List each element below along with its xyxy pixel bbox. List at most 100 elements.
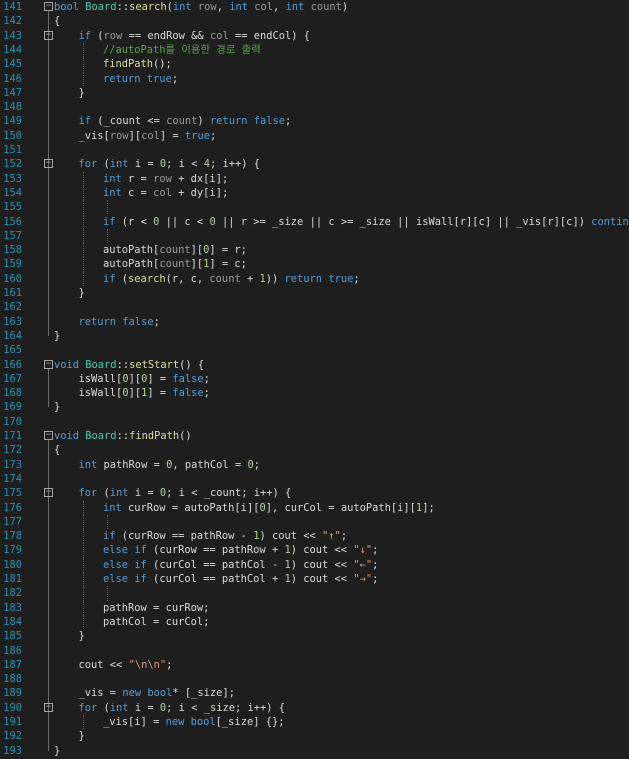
code-token: ] = [140,716,166,728]
code-token: ][ [128,387,142,400]
code-line[interactable]: 155 [0,200,629,214]
code-line[interactable]: 162 [0,300,629,314]
code-token: curCol [159,573,197,585]
code-line[interactable]: 166 − void Board::setStart() { [0,358,629,372]
code-line[interactable]: 143 − if (row == endRow && col == endCol) … [0,29,629,43]
code-token: _count [103,115,142,128]
code-line[interactable]: 161} [0,286,629,300]
code-line[interactable]: 185} [0,629,629,643]
code-line[interactable]: 181 else if (curCol == pathCol + 1) cout … [0,572,629,587]
code-line[interactable]: 142 { [0,14,629,28]
code-line[interactable]: 189 _vis = new bool* [_size]; [0,686,629,700]
code-token: ] = [209,244,235,257]
code-token: endCol [253,29,292,42]
code-line[interactable]: 187 cout << "\n\n"; [0,658,629,672]
code-editor[interactable]: 141− bool Board::search(int row, int col,… [0,0,629,759]
fold-collapse-icon[interactable]: − [44,431,53,440]
fold-collapse-icon[interactable]: − [44,2,53,11]
line-number: 165 [3,344,22,357]
code-line[interactable]: 159 autoPath[count][1] = c; [0,257,629,272]
code-line[interactable]: 149 if (_count <= count) return false; [0,114,629,128]
code-token: () { [179,358,205,371]
code-line[interactable]: 184 pathCol = curCol; [0,614,629,630]
line-number: 152 [3,158,22,171]
code-line[interactable]: 170 [0,415,629,429]
code-line[interactable]: 188 [0,672,629,686]
code-token: ; [203,372,210,385]
code-text: { [54,14,60,28]
code-line[interactable]: 164} [0,329,629,343]
code-line[interactable]: 141 − bool Board::search(int row, int col,… [0,0,629,14]
line-number: 167 [3,372,22,385]
code-line[interactable]: 175 − for (int i = 0; i < _count; i++) { [0,486,629,500]
code-line[interactable]: 163 return false; [0,315,629,329]
code-line[interactable]: 157 [0,229,629,243]
fold-collapse-icon[interactable]: − [44,159,53,169]
code-line[interactable]: 156 if (r < 0 || c < 0 || r >= _size || c… [0,214,629,229]
code-line[interactable]: 180 else if (curCol == pathCol - 1) cout … [0,557,629,572]
indent-guide [82,42,84,58]
code-line[interactable]: 158 autoPath[count][0] = r; [0,243,629,258]
indent-guide [82,185,84,201]
code-line[interactable]: 173 int pathRow = 0, pathCol = 0; [0,458,629,472]
code-line[interactable]: 176 int curRow = autoPath[i][0], curCol =… [0,500,629,515]
code-line[interactable]: 168 isWall[0][1] = false; [0,386,629,400]
code-line[interactable]: 193} [0,744,629,758]
code-line[interactable]: 165 [0,343,629,357]
code-line[interactable]: 144 //autoPath를 이용한 경로 출력 [0,42,629,58]
code-line[interactable]: 154 int c = col + dy[i]; [0,185,629,201]
code-line[interactable]: 152 − for (int i = 0; i < 4; i++) { [0,157,629,171]
indent-guide [82,228,84,244]
code-text: findPath(); [103,57,172,71]
line-number: 182 [3,587,22,600]
code-line[interactable]: 192} [0,729,629,743]
indent-guide [82,200,84,215]
code-token: false [122,315,154,328]
code-token: ; [166,658,173,671]
code-line[interactable]: 172 { [0,443,629,457]
code-text: if (r < 0 || c < 0 || r >= _size || c >=… [103,215,629,229]
code-token: || [303,215,329,228]
code-token: "↓" [353,544,373,557]
code-token: << [328,544,354,557]
code-token: ; [372,544,379,557]
code-line[interactable]: 183 pathRow = curRow; [0,600,629,615]
code-line[interactable]: 145 findPath(); [0,57,629,72]
code-token: return [78,315,123,328]
line-number: 164 [3,329,22,342]
code-line[interactable]: 148 [0,100,629,114]
code-line[interactable]: 169} [0,400,629,414]
code-token: pathRow [103,458,148,471]
code-line[interactable]: 147} [0,86,629,100]
line-number: 159 [3,258,22,271]
code-line[interactable]: 186 [0,644,629,658]
code-line[interactable]: 177 [0,515,629,529]
fold-collapse-icon[interactable]: − [44,359,53,369]
code-line[interactable]: 150 _vis[row][col] = true; [0,129,629,143]
code-token: curRow [128,530,166,543]
code-line[interactable]: 151 [0,143,629,157]
code-line[interactable]: 153 int r = row + dx[i]; [0,171,629,186]
code-line[interactable]: 160 if (search(r, c, count + 1)) return t… [0,271,629,286]
code-token: row [197,1,217,13]
code-token: ; [209,158,223,171]
code-line[interactable]: 146 return true; [0,71,629,86]
code-line[interactable]: 191 _vis[i] = new bool[_size] {}; [0,715,629,730]
fold-collapse-icon[interactable]: − [44,30,53,40]
indent-guide [82,71,84,86]
code-line[interactable]: 182 [0,586,629,600]
fold-collapse-icon[interactable]: − [44,702,53,712]
code-token: == [165,530,191,543]
code-token: = [147,458,167,471]
code-token: count [166,115,198,128]
code-line[interactable]: 167 isWall[0][0] = false; [0,372,629,386]
code-line[interactable]: 174 [0,472,629,486]
code-token: () [179,430,192,442]
code-line[interactable]: 179 else if (curRow == pathRow + 1) cout … [0,543,629,558]
fold-collapse-icon[interactable]: − [44,488,53,498]
code-line[interactable]: 171 − void Board::findPath() [0,429,629,443]
code-token: _size [359,215,391,228]
code-text: void Board::setStart() { [54,358,204,372]
code-line[interactable]: 178 if (curRow == pathRow - 1) cout << "↑… [0,529,629,544]
code-line[interactable]: 190 − for (int i = 0; i < _size; i++) { [0,701,629,715]
